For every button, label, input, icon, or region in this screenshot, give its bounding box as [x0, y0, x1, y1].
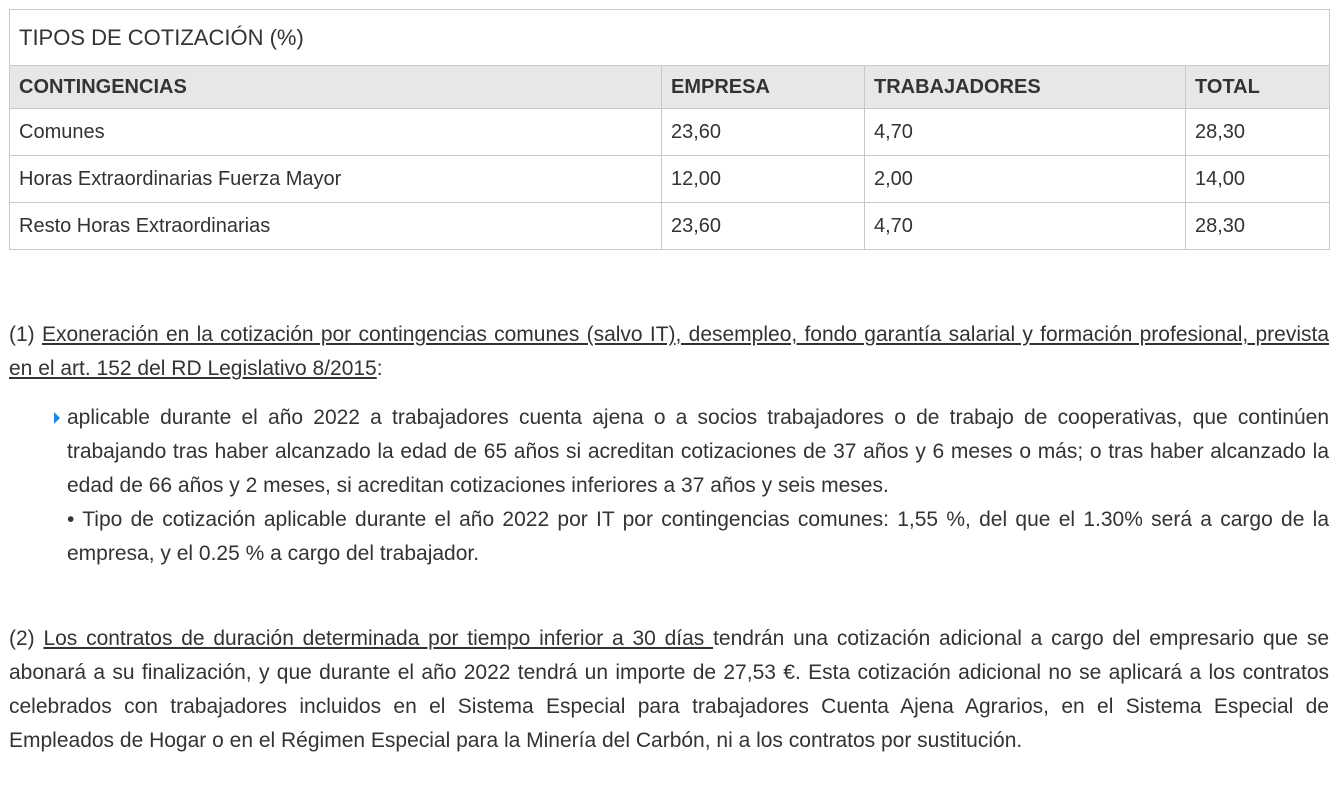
cell-contingencia: Horas Extraordinarias Fuerza Mayor — [9, 155, 662, 203]
note-2-heading: Los contratos de duración determinada po… — [43, 627, 714, 650]
cell-empresa: 23,60 — [661, 202, 865, 250]
table-row: Comunes 23,60 4,70 28,30 — [9, 108, 1331, 156]
note-1: (1) Exoneración en la cotización por con… — [9, 318, 1329, 386]
cell-empresa: 23,60 — [661, 108, 865, 156]
table-row: Horas Extraordinarias Fuerza Mayor 12,00… — [9, 155, 1331, 203]
cell-empresa: 12,00 — [661, 155, 865, 203]
header-contingencias: CONTINGENCIAS — [9, 65, 662, 109]
cell-contingencia: Resto Horas Extraordinarias — [9, 202, 662, 250]
document-page: TIPOS DE COTIZACIÓN (%) CONTINGENCIAS EM… — [0, 0, 1344, 804]
cell-trabajadores: 4,70 — [864, 108, 1186, 156]
contribution-rates-table: TIPOS DE COTIZACIÓN (%) CONTINGENCIAS EM… — [8, 9, 1331, 250]
note-1-bullet: aplicable durante el año 2022 a trabajad… — [54, 401, 1329, 571]
note-1-heading: Exoneración en la cotización por conting… — [9, 323, 1329, 380]
cell-trabajadores: 2,00 — [864, 155, 1186, 203]
header-total: TOTAL — [1184, 65, 1331, 109]
cell-total: 14,00 — [1184, 155, 1331, 203]
note-1-tail: : — [376, 357, 383, 380]
note-1-bullet-text: aplicable durante el año 2022 a trabajad… — [67, 406, 1329, 497]
cell-total: 28,30 — [1184, 108, 1331, 156]
cell-trabajadores: 4,70 — [864, 202, 1186, 250]
header-trabajadores: TRABAJADORES — [864, 65, 1186, 109]
cell-total: 28,30 — [1184, 202, 1331, 250]
table-header-row: CONTINGENCIAS EMPRESA TRABAJADORES TOTAL — [9, 65, 1331, 109]
note-1-number: (1) — [9, 323, 42, 346]
table-title: TIPOS DE COTIZACIÓN (%) — [8, 9, 1331, 66]
table-row: Resto Horas Extraordinarias 23,60 4,70 2… — [9, 202, 1331, 250]
header-empresa: EMPRESA — [661, 65, 865, 109]
bullet-arrow-icon — [54, 412, 60, 424]
cell-contingencia: Comunes — [9, 108, 662, 156]
note-2-number: (2) — [9, 627, 44, 650]
note-1-subpoint: • Tipo de cotización aplicable durante e… — [67, 508, 1329, 565]
table-title-row: TIPOS DE COTIZACIÓN (%) — [8, 9, 1331, 66]
note-2: (2) Los contratos de duración determinad… — [9, 622, 1329, 758]
